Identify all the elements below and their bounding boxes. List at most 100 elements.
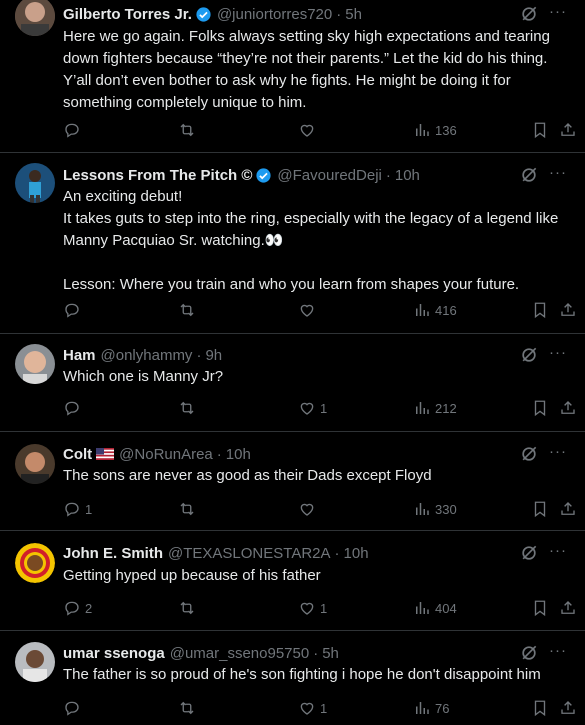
author-handle[interactable]: @FavouredDeji <box>277 167 381 184</box>
timestamp[interactable]: 9h <box>205 347 222 364</box>
timestamp[interactable]: 10h <box>226 446 251 463</box>
grok-icon[interactable] <box>519 444 539 464</box>
more-options-icon[interactable]: ··· <box>549 444 567 463</box>
author-handle[interactable]: @onlyhammy <box>101 347 193 364</box>
tweet-text: Here we go again. Folks always setting s… <box>63 28 555 111</box>
verified-badge-icon <box>196 6 211 22</box>
timestamp[interactable]: 10h <box>395 167 420 184</box>
share-button[interactable] <box>559 120 577 140</box>
retweet-button[interactable] <box>178 300 200 320</box>
grok-icon[interactable] <box>519 165 539 185</box>
tweet-actions: 416 <box>63 300 577 320</box>
tweet-header: John E. Smith @TEXASLONESTAR2A · 10h ··· <box>63 542 567 563</box>
share-button[interactable] <box>559 698 577 718</box>
like-button[interactable]: 1 <box>298 598 327 618</box>
tweet-header: Lessons From The Pitch © @FavouredDeji ·… <box>63 164 567 185</box>
bookmark-button[interactable] <box>531 598 549 618</box>
author-name[interactable]: Lessons From The Pitch © <box>63 167 252 184</box>
views-button[interactable]: 404 <box>413 598 457 618</box>
author-handle[interactable]: @umar_sseno95750 <box>170 645 309 662</box>
retweet-button[interactable] <box>178 598 200 618</box>
reply-count: 1 <box>85 501 93 517</box>
reply-icon <box>65 401 79 416</box>
bookmark-button[interactable] <box>531 398 549 418</box>
share-button[interactable] <box>559 598 577 618</box>
share-button[interactable] <box>559 499 577 519</box>
timestamp[interactable]: 10h <box>344 545 369 562</box>
views-button[interactable]: 212 <box>413 398 457 418</box>
more-options-icon[interactable]: ··· <box>549 4 567 23</box>
more-options-icon[interactable]: ··· <box>549 345 567 364</box>
avatar[interactable] <box>15 543 55 583</box>
author-handle[interactable]: @juniortorres720 <box>217 6 332 23</box>
us-flag-icon <box>96 448 115 460</box>
author-name[interactable]: John E. Smith <box>63 545 163 562</box>
like-button[interactable] <box>298 300 320 320</box>
reply-icon <box>65 601 79 616</box>
like-button[interactable] <box>298 499 320 519</box>
share-icon <box>561 303 575 316</box>
bookmark-button[interactable] <box>531 300 549 320</box>
retweet-icon <box>180 123 194 137</box>
author-name[interactable]: Gilberto Torres Jr. <box>63 6 192 23</box>
tweet[interactable]: Ham @onlyhammy · 9h ··· Which one is Man… <box>0 334 585 432</box>
reply-icon <box>65 123 79 138</box>
views-button[interactable]: 136 <box>413 120 457 140</box>
avatar[interactable] <box>15 444 55 484</box>
more-options-icon[interactable]: ··· <box>549 165 567 184</box>
tweet-header: Ham @onlyhammy · 9h ··· <box>63 344 567 365</box>
bookmark-button[interactable] <box>531 499 549 519</box>
tweet-text: The father is so proud of he's son fight… <box>63 666 541 683</box>
avatar[interactable] <box>15 344 55 384</box>
tweet[interactable]: umar ssenoga @umar_sseno95750 · 5h ··· T… <box>0 631 585 725</box>
timestamp[interactable]: 5h <box>345 6 362 23</box>
tweet-actions: 1 330 <box>63 499 577 519</box>
tweet-text: The sons are never as good as their Dads… <box>63 467 432 484</box>
share-button[interactable] <box>559 300 577 320</box>
more-options-icon[interactable]: ··· <box>549 643 567 662</box>
views-button[interactable]: 416 <box>413 300 457 320</box>
bookmark-icon <box>534 501 546 518</box>
tweet[interactable]: Lessons From The Pitch © @FavouredDeji ·… <box>0 153 585 334</box>
share-button[interactable] <box>559 398 577 418</box>
bookmark-button[interactable] <box>531 698 549 718</box>
author-name[interactable]: umar ssenoga <box>63 645 165 662</box>
retweet-icon <box>180 701 194 715</box>
views-button[interactable]: 330 <box>413 499 457 519</box>
grok-icon[interactable] <box>519 345 539 365</box>
tweet[interactable]: Colt @NoRunArea · 10h ··· The sons are n… <box>0 432 585 531</box>
more-options-icon[interactable]: ··· <box>549 543 567 562</box>
author-name[interactable]: Colt <box>63 446 92 463</box>
reply-button[interactable]: 1 <box>63 499 92 519</box>
like-button[interactable] <box>298 120 320 140</box>
avatar[interactable] <box>15 642 55 682</box>
author-name[interactable]: Ham <box>63 347 96 364</box>
tweet[interactable]: Gilberto Torres Jr. @juniortorres720 · 5… <box>0 0 585 153</box>
like-button[interactable]: 1 <box>298 698 327 718</box>
views-button[interactable]: 76 <box>413 698 449 718</box>
reply-button[interactable] <box>63 300 85 320</box>
reply-button[interactable] <box>63 120 85 140</box>
bookmark-button[interactable] <box>531 120 549 140</box>
author-handle[interactable]: @NoRunArea <box>119 446 213 463</box>
tweet-header: Gilberto Torres Jr. @juniortorres720 · 5… <box>63 3 567 24</box>
retweet-icon <box>180 401 194 415</box>
reply-button[interactable]: 2 <box>63 598 92 618</box>
like-button[interactable]: 1 <box>298 398 327 418</box>
reply-button[interactable] <box>63 698 85 718</box>
avatar[interactable] <box>15 0 55 36</box>
grok-icon[interactable] <box>519 643 539 663</box>
retweet-button[interactable] <box>178 698 200 718</box>
grok-icon[interactable] <box>519 4 539 24</box>
retweet-button[interactable] <box>178 499 200 519</box>
heart-icon <box>300 702 314 715</box>
retweet-button[interactable] <box>178 120 200 140</box>
reply-button[interactable] <box>63 398 85 418</box>
timestamp[interactable]: 5h <box>322 645 339 662</box>
retweet-icon <box>180 502 194 516</box>
avatar[interactable] <box>15 163 55 203</box>
grok-icon[interactable] <box>519 543 539 563</box>
tweet[interactable]: John E. Smith @TEXASLONESTAR2A · 10h ···… <box>0 531 585 631</box>
retweet-button[interactable] <box>178 398 200 418</box>
author-handle[interactable]: @TEXASLONESTAR2A <box>168 545 331 562</box>
